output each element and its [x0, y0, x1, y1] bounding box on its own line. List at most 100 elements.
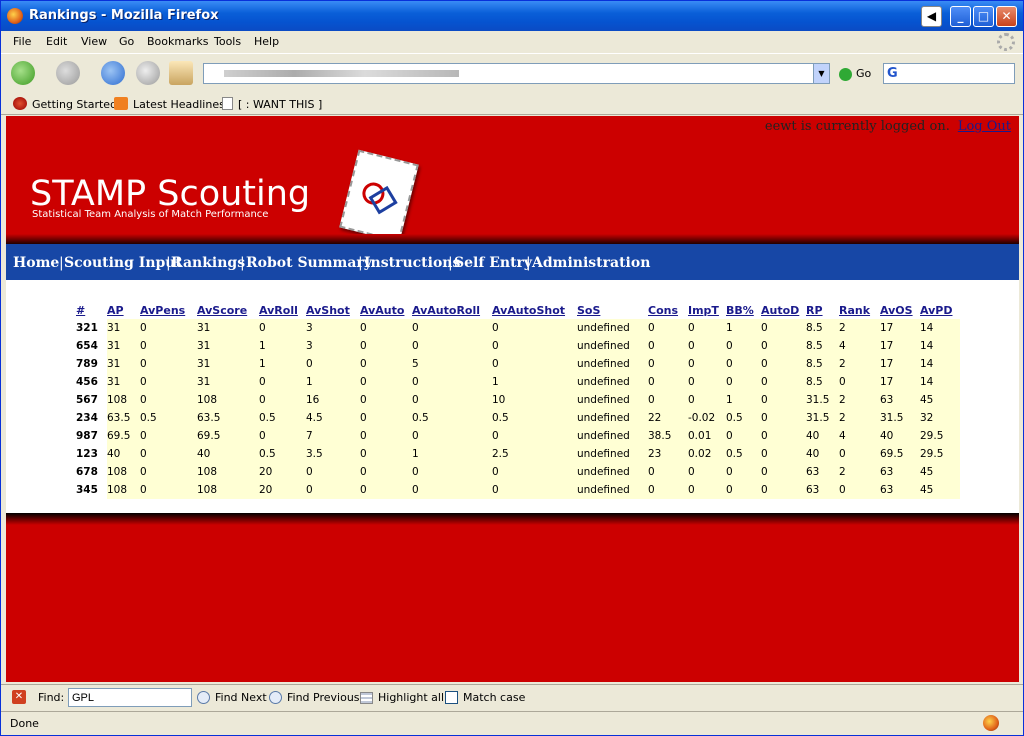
go-button[interactable]: Go: [839, 67, 871, 81]
table-cell: 31: [107, 373, 140, 391]
table-cell: 0: [726, 463, 761, 481]
firefox-icon: [7, 8, 23, 24]
table-cell: undefined: [577, 427, 648, 445]
table-cell: 16: [306, 391, 360, 409]
column-header[interactable]: AvRoll: [259, 303, 306, 319]
table-cell: 63: [880, 463, 920, 481]
stop-icon[interactable]: [136, 61, 160, 85]
nav-home[interactable]: Home: [13, 255, 59, 271]
table-header-row: # AP AvPens AvScore AvRoll AvShot AvAuto AvAuto…: [76, 303, 960, 319]
table-cell: 0: [360, 463, 412, 481]
table-cell: 0: [688, 463, 726, 481]
column-header[interactable]: AvAutoRoll: [412, 303, 492, 319]
table-cell: 31: [197, 355, 259, 373]
table-cell: 1: [726, 319, 761, 337]
table-cell: 3: [306, 337, 360, 355]
column-header[interactable]: SoS: [577, 303, 648, 319]
bookmark-want-this[interactable]: [ : WANT THIS ]: [222, 97, 322, 111]
table-cell: 3: [306, 319, 360, 337]
column-header[interactable]: AvPens: [140, 303, 197, 319]
table-cell: 0: [412, 481, 492, 499]
menu-tools[interactable]: Tools: [214, 35, 241, 48]
table-cell: 0: [360, 445, 412, 463]
bookmark-latest-headlines[interactable]: Latest Headlines: [114, 97, 225, 111]
table-cell: 108: [107, 481, 140, 499]
column-header[interactable]: Rank: [839, 303, 880, 319]
team-number-cell: 678: [76, 463, 107, 481]
nav-administration[interactable]: Administration: [532, 255, 650, 271]
maximize-button[interactable]: □: [973, 6, 994, 27]
logout-link[interactable]: Log Out: [958, 119, 1011, 134]
team-number-cell: 567: [76, 391, 107, 409]
nav-instructions[interactable]: Instructions: [364, 255, 460, 271]
table-cell: 0: [360, 373, 412, 391]
column-header[interactable]: AvAuto: [360, 303, 412, 319]
page-content: eewt is currently logged on. Log Out STAM…: [6, 116, 1019, 682]
table-cell: 0: [761, 373, 806, 391]
table-cell: 0: [688, 355, 726, 373]
back-icon[interactable]: [11, 61, 35, 85]
table-cell: 1: [306, 373, 360, 391]
find-previous-button[interactable]: Find Previous: [269, 691, 360, 704]
forward-icon[interactable]: [56, 61, 80, 85]
highlight-all-button[interactable]: Highlight all: [360, 691, 444, 704]
find-bar: ✕ Find: Find Next Find Previous Highligh…: [1, 684, 1023, 710]
column-header[interactable]: Cons: [648, 303, 688, 319]
menu-help[interactable]: Help: [254, 35, 279, 48]
chevron-down-icon[interactable]: ▼: [813, 64, 829, 83]
column-header[interactable]: AvAutoShot: [492, 303, 577, 319]
nav-separator: |: [358, 255, 363, 271]
column-header[interactable]: AP: [107, 303, 140, 319]
table-cell: 0: [688, 391, 726, 409]
match-case-checkbox[interactable]: Match case: [445, 691, 525, 704]
table-cell: 0: [360, 355, 412, 373]
find-next-button[interactable]: Find Next: [197, 691, 267, 704]
nav-self-entry[interactable]: Self Entry: [454, 255, 532, 271]
column-header[interactable]: AvScore: [197, 303, 259, 319]
minimize-button[interactable]: _: [950, 6, 971, 27]
column-header[interactable]: AvOS: [880, 303, 920, 319]
close-find-icon[interactable]: ✕: [12, 690, 26, 704]
table-cell: 40: [880, 427, 920, 445]
menu-edit[interactable]: Edit: [46, 35, 67, 48]
table-cell: 0: [492, 481, 577, 499]
table-cell: 17: [880, 319, 920, 337]
table-cell: 2: [839, 355, 880, 373]
nav-separator: |: [526, 255, 531, 271]
table-cell: 0: [412, 391, 492, 409]
table-cell: 1: [412, 445, 492, 463]
column-header[interactable]: ImpT: [688, 303, 726, 319]
menu-bookmarks[interactable]: Bookmarks: [147, 35, 208, 48]
nav-rankings[interactable]: Rankings: [171, 255, 245, 271]
find-input[interactable]: [68, 688, 192, 707]
table-cell: 31: [107, 319, 140, 337]
column-header[interactable]: AutoD: [761, 303, 806, 319]
menu-go[interactable]: Go: [119, 35, 134, 48]
column-header[interactable]: AvPD: [920, 303, 960, 319]
menu-file[interactable]: File: [13, 35, 31, 48]
nav-scouting-input[interactable]: Scouting Input: [64, 255, 182, 271]
table-cell: 0: [412, 337, 492, 355]
back-arrow-icon[interactable]: ◀: [921, 6, 942, 27]
table-row: 345 108 0 108 20 0 0 0 0 undefined 0 0 0 0 63 0 63 45: [76, 481, 960, 499]
table-row: 654 31 0 31 1 3 0 0 0 undefined 0 0 0 0 8.5 4 17 14: [76, 337, 960, 355]
table-cell: 45: [920, 481, 960, 499]
column-header[interactable]: #: [76, 303, 107, 319]
table-cell: 0: [726, 481, 761, 499]
table-cell: 0: [259, 319, 306, 337]
column-header[interactable]: AvShot: [306, 303, 360, 319]
close-button[interactable]: ✕: [996, 6, 1017, 27]
url-input[interactable]: ▼: [203, 63, 830, 84]
bookmark-getting-started[interactable]: Getting Started: [13, 97, 117, 111]
nav-robot-summary[interactable]: Robot Summary: [246, 255, 372, 271]
menu-view[interactable]: View: [81, 35, 107, 48]
column-header[interactable]: RP: [806, 303, 839, 319]
table-cell: 23: [648, 445, 688, 463]
column-header[interactable]: BB%: [726, 303, 761, 319]
search-input[interactable]: G: [883, 63, 1015, 84]
table-cell: 14: [920, 355, 960, 373]
reload-icon[interactable]: [101, 61, 125, 85]
home-icon[interactable]: [169, 61, 193, 85]
table-cell: 40: [806, 445, 839, 463]
table-cell: 0.5: [726, 445, 761, 463]
